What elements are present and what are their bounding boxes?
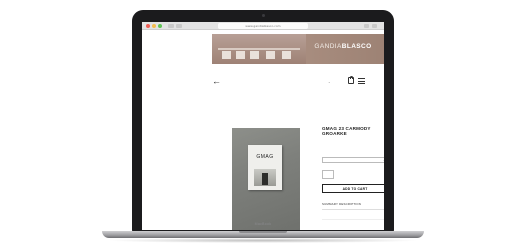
laptop-shadow: [106, 238, 420, 243]
book-cover: GMAG: [248, 145, 282, 190]
minimize-window-button[interactable]: [152, 24, 156, 28]
book-figure: [262, 173, 268, 185]
brand-logo: GANDIABLASCO: [308, 43, 378, 50]
book-title: GMAG: [256, 154, 274, 160]
menu-line: [358, 83, 365, 84]
share-icon[interactable]: [364, 24, 369, 28]
summary-description-toggle[interactable]: SUMMARY DESCRIPTION +: [322, 202, 384, 210]
hamburger-menu-icon[interactable]: [358, 78, 365, 84]
back-arrow-icon[interactable]: ←: [212, 77, 221, 86]
banner-object: [222, 51, 231, 59]
quantity-input[interactable]: [322, 170, 334, 179]
add-to-cart-button[interactable]: ADD TO CART: [322, 184, 384, 193]
address-bar[interactable]: www.gandiablasco.com: [218, 23, 308, 29]
option-select[interactable]: ⌄: [322, 157, 384, 163]
close-window-button[interactable]: [146, 24, 150, 28]
device-label: MacBook: [254, 222, 272, 226]
banner-object: [236, 51, 245, 59]
browser-toolbar: www.gandiablasco.com: [142, 22, 384, 30]
menu-line: [358, 80, 365, 82]
brand-name-bold: BLASCO: [341, 43, 372, 50]
camera: [262, 14, 265, 17]
brand-banner[interactable]: GANDIABLASCO: [212, 34, 384, 64]
browser-forward-icon[interactable]: [176, 24, 182, 28]
site-header: GANDIABLASCO ← ⌄: [142, 30, 384, 92]
brand-name-light: GANDIA: [314, 43, 342, 50]
banner-badge: [383, 41, 384, 49]
banner-object: [266, 51, 275, 59]
banner-object: [250, 51, 259, 59]
fullscreen-window-button[interactable]: [158, 24, 162, 28]
bag-icon[interactable]: [348, 75, 354, 84]
bag-handle: [350, 75, 353, 79]
browser-back-icon[interactable]: [168, 24, 174, 28]
menu-line: [358, 78, 365, 79]
chevron-down-icon[interactable]: ⌄: [328, 80, 331, 84]
chevron-down-icon: ⌄: [382, 159, 384, 162]
banner-object: [282, 51, 291, 59]
tabs-icon[interactable]: [372, 24, 377, 28]
screen: www.gandiablasco.com GANDIABLASCO ← ⌄ GM…: [142, 22, 384, 230]
product-title: GMAG 23 CARMODY GROARKE: [322, 126, 371, 137]
next-accordion-row[interactable]: [322, 214, 384, 220]
laptop-base: [102, 231, 424, 238]
banner-photo: [212, 34, 306, 64]
summary-description-label: SUMMARY DESCRIPTION: [322, 202, 362, 206]
laptop-notch: [239, 231, 287, 233]
banner-shelf: [218, 48, 300, 50]
laptop-lid: www.gandiablasco.com GANDIABLASCO ← ⌄ GM…: [132, 10, 394, 233]
